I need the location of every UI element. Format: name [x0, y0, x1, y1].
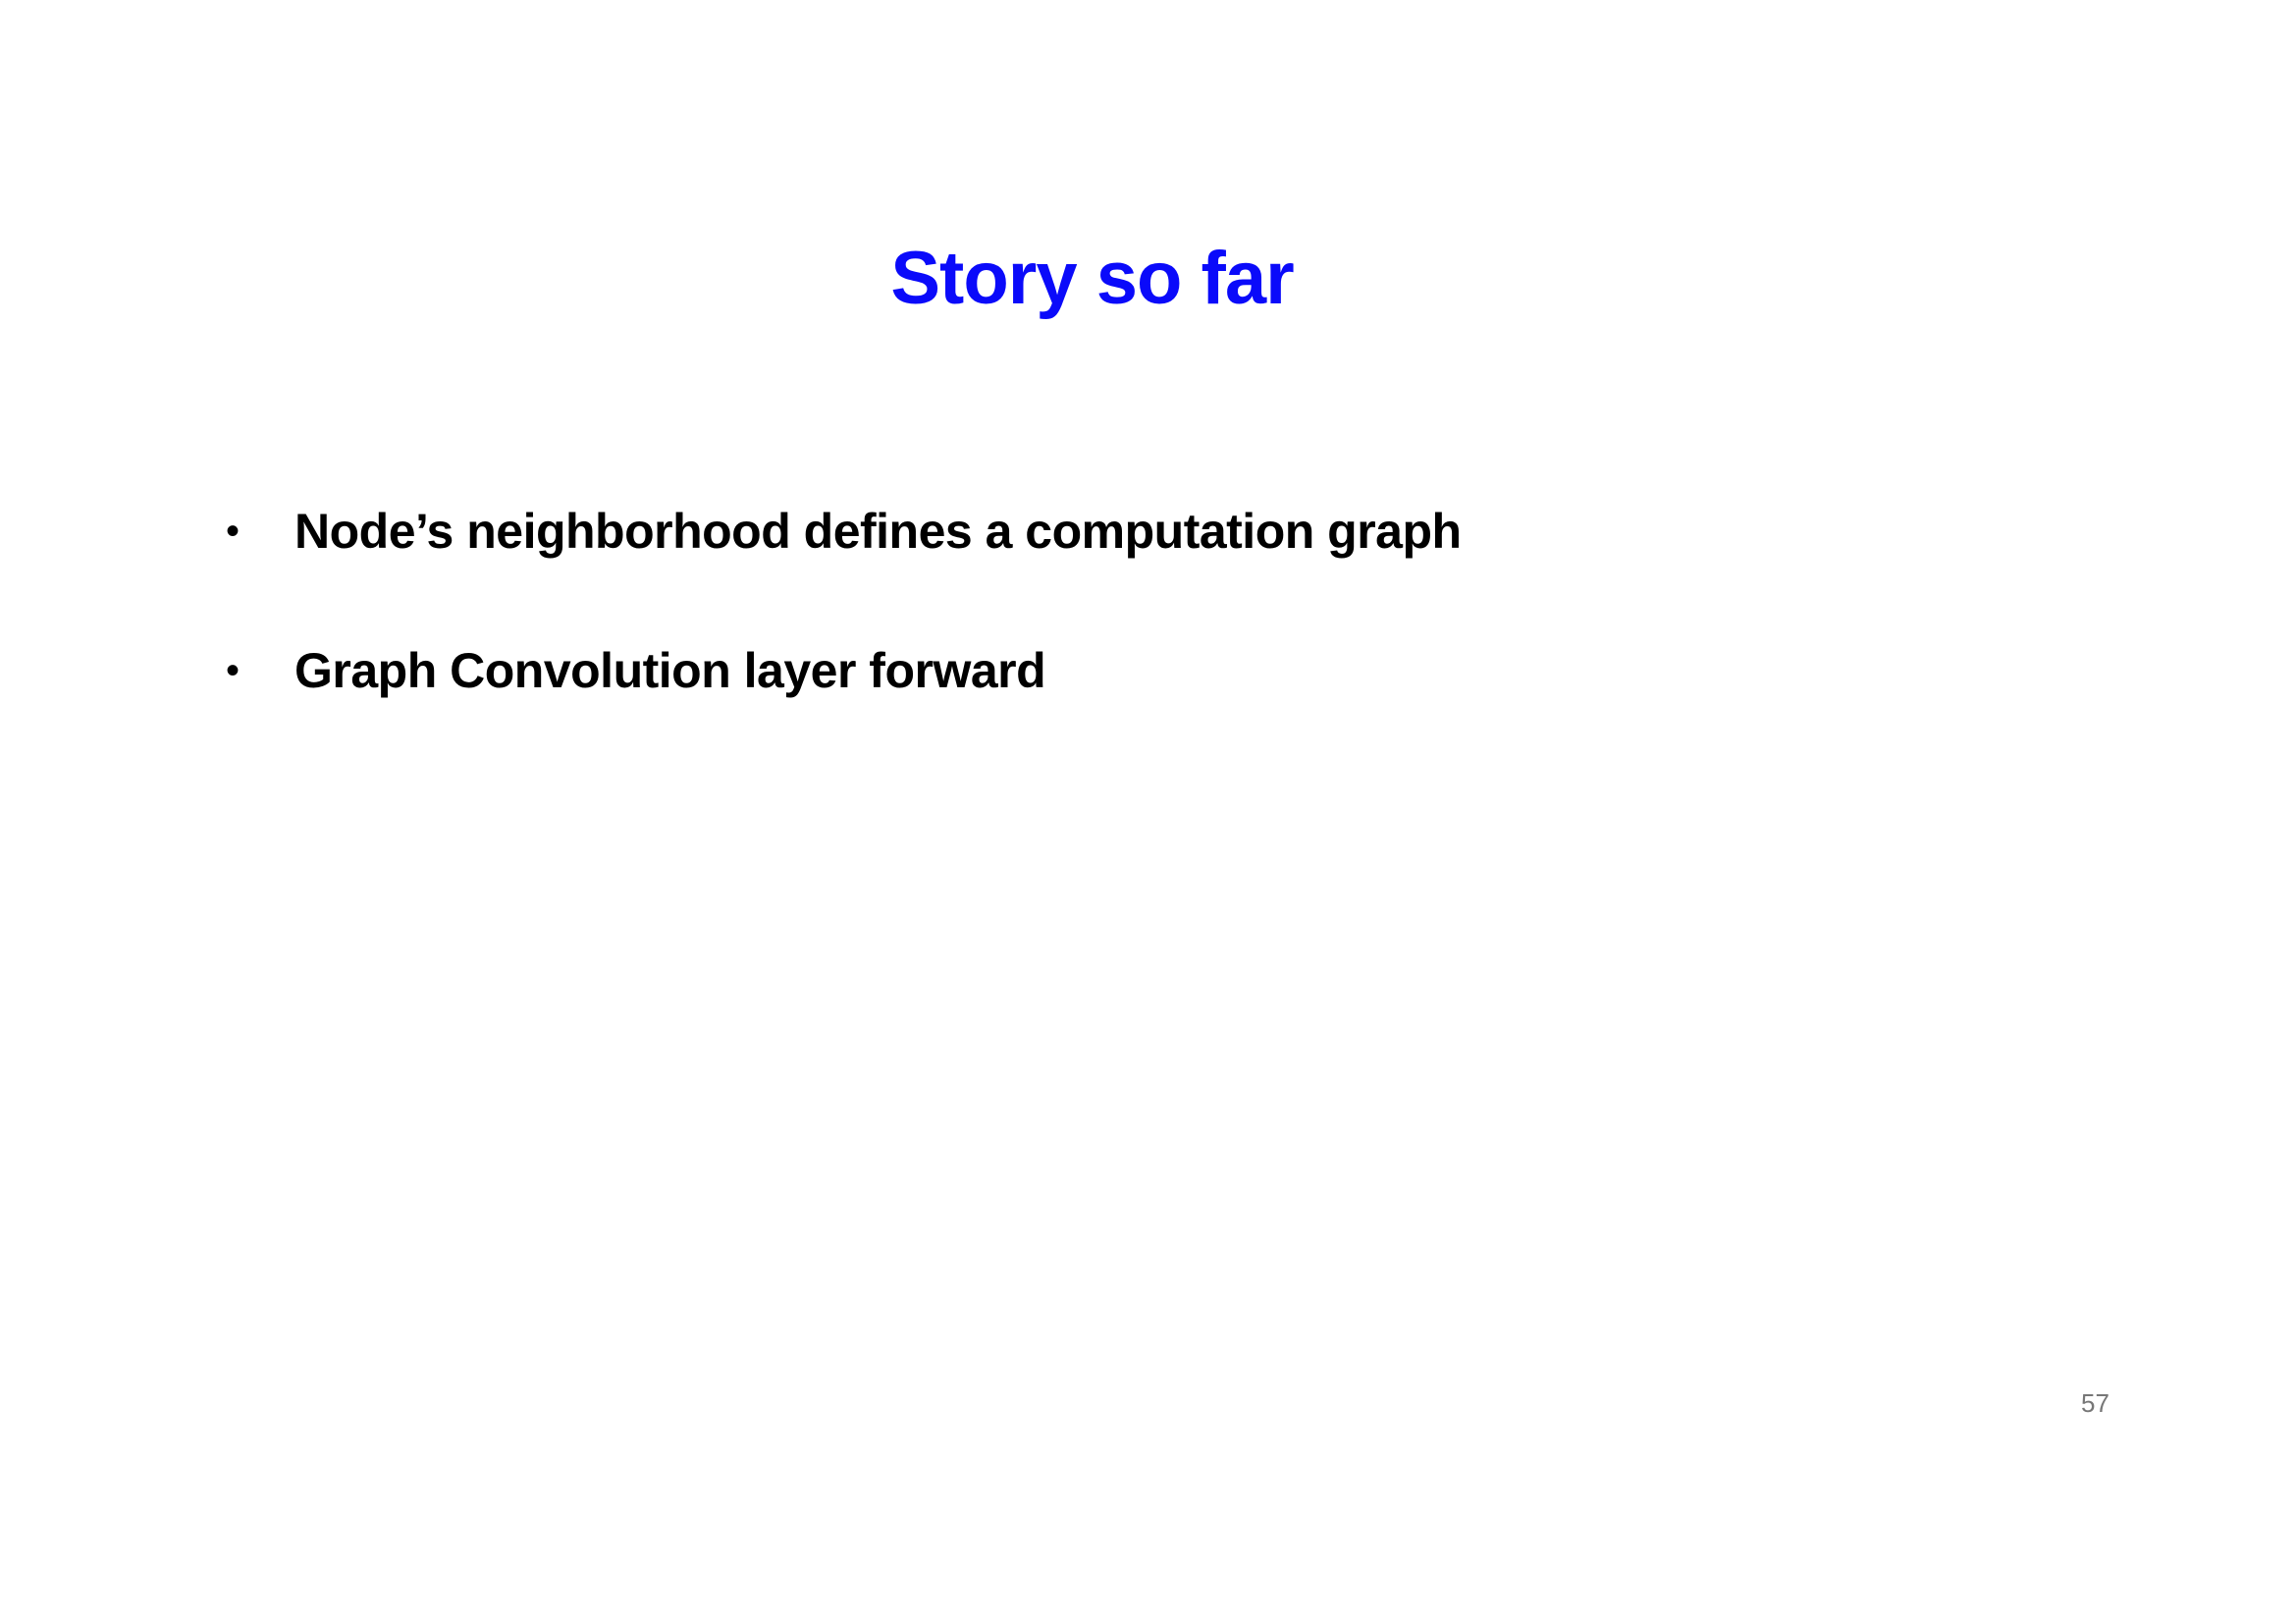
- slide-title: Story so far: [890, 237, 1294, 320]
- bullet-text: Node’s neighborhood defines a computatio…: [294, 504, 1462, 559]
- slide: Story so far • Node’s neighborhood defin…: [0, 0, 2296, 1624]
- bullet-icon: •: [226, 510, 240, 553]
- bullet-text: Graph Convolution layer forward: [294, 643, 1046, 698]
- bullet-icon: •: [226, 649, 240, 692]
- page-number: 57: [2081, 1388, 2109, 1418]
